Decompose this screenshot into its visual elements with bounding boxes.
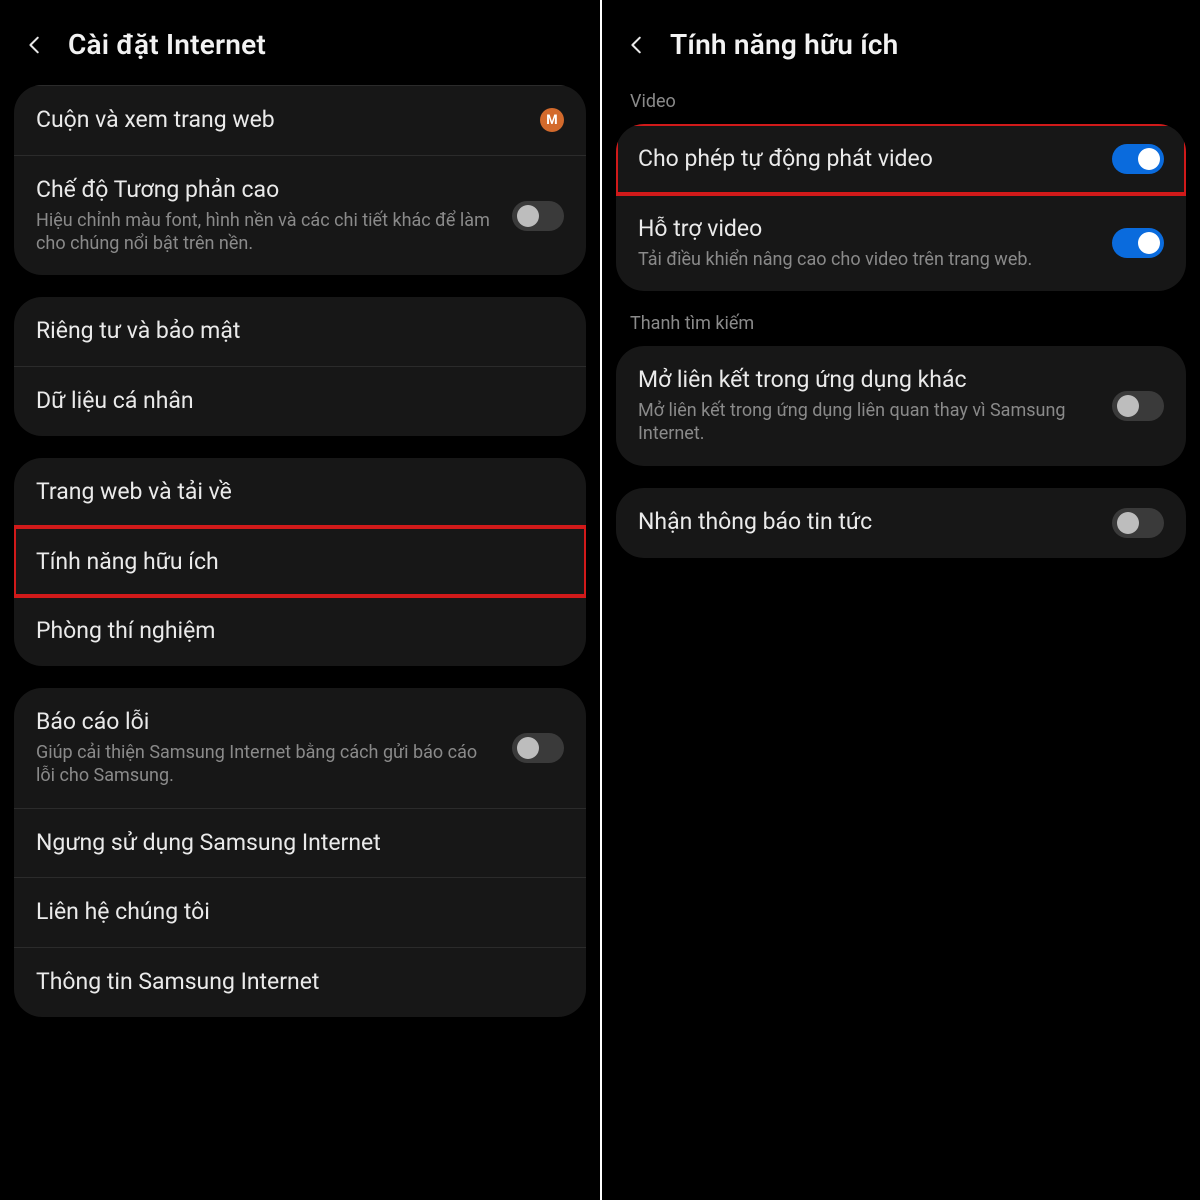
settings-group-news: Nhận thông báo tin tức [616,488,1186,558]
row-title: Mở liên kết trong ứng dụng khác [638,366,1096,395]
row-useful-features[interactable]: Tính năng hữu ích [14,527,586,597]
row-title: Liên hệ chúng tôi [36,898,564,927]
row-title: Cuộn và xem trang web [36,106,524,135]
row-labs[interactable]: Phòng thí nghiệm [14,596,586,666]
row-title: Phòng thí nghiệm [36,617,564,646]
row-privacy-security[interactable]: Riêng tư và bảo mật [14,297,586,366]
back-icon[interactable] [24,34,46,56]
row-autoplay-video[interactable]: Cho phép tự động phát video [616,124,1186,194]
section-label-video: Video [602,91,1200,124]
row-subtitle: Hiệu chỉnh màu font, hình nền và các chi… [36,209,496,256]
screen-internet-settings: Cài đặt Internet Cuộn và xem trang web M… [0,0,600,1200]
row-about[interactable]: Thông tin Samsung Internet [14,947,586,1017]
row-video-assist[interactable]: Hỗ trợ video Tải điều khiển nâng cao cho… [616,194,1186,291]
row-subtitle: Tải điều khiển nâng cao cho video trên t… [638,248,1096,271]
row-title: Báo cáo lỗi [36,708,496,737]
settings-group-searchbar: Mở liên kết trong ứng dụng khác Mở liên … [616,346,1186,466]
row-title: Hỗ trợ video [638,215,1096,244]
toggle-open-in-other-app[interactable] [1112,391,1164,421]
back-icon[interactable] [626,34,648,56]
row-personal-data[interactable]: Dữ liệu cá nhân [14,366,586,436]
row-subtitle: Mở liên kết trong ứng dụng liên quan tha… [638,399,1096,446]
row-title: Nhận thông báo tin tức [638,508,1096,537]
header: Cài đặt Internet [0,0,600,85]
page-title: Cài đặt Internet [68,28,266,61]
settings-group: Riêng tư và bảo mật Dữ liệu cá nhân [14,297,586,436]
row-subtitle: Giúp cải thiện Samsung Internet bằng các… [36,741,496,788]
row-title: Trang web và tải về [36,478,564,507]
badge-m: M [540,108,564,132]
row-title: Riêng tư và bảo mật [36,317,564,346]
page-title: Tính năng hữu ích [670,28,899,61]
row-contact-us[interactable]: Liên hệ chúng tôi [14,877,586,947]
row-title: Cho phép tự động phát video [638,145,1096,174]
header: Tính năng hữu ích [602,0,1200,85]
row-title: Ngưng sử dụng Samsung Internet [36,829,564,858]
row-open-in-other-app[interactable]: Mở liên kết trong ứng dụng khác Mở liên … [616,346,1186,466]
section-label-searchbar: Thanh tìm kiếm [602,313,1200,346]
settings-group: Báo cáo lỗi Giúp cải thiện Samsung Inter… [14,688,586,1017]
toggle-autoplay-video[interactable] [1112,144,1164,174]
row-stop-using[interactable]: Ngưng sử dụng Samsung Internet [14,808,586,878]
row-title: Dữ liệu cá nhân [36,387,564,416]
settings-group: Cuộn và xem trang web M Chế độ Tương phả… [14,85,586,275]
row-scroll-view-web[interactable]: Cuộn và xem trang web M [14,85,586,155]
toggle-video-assist[interactable] [1112,228,1164,258]
screen-useful-features: Tính năng hữu ích Video Cho phép tự động… [600,0,1200,1200]
row-error-report[interactable]: Báo cáo lỗi Giúp cải thiện Samsung Inter… [14,688,586,808]
toggle-error-report[interactable] [512,733,564,763]
settings-group: Trang web và tải về Tính năng hữu ích Ph… [14,458,586,666]
row-high-contrast[interactable]: Chế độ Tương phản cao Hiệu chỉnh màu fon… [14,155,586,276]
settings-group-video: Cho phép tự động phát video Hỗ trợ video… [616,124,1186,291]
row-news-notifications[interactable]: Nhận thông báo tin tức [616,488,1186,558]
row-title: Chế độ Tương phản cao [36,176,496,205]
toggle-news-notifications[interactable] [1112,508,1164,538]
row-title: Tính năng hữu ích [36,548,564,577]
row-sites-downloads[interactable]: Trang web và tải về [14,458,586,527]
row-title: Thông tin Samsung Internet [36,968,564,997]
toggle-high-contrast[interactable] [512,201,564,231]
